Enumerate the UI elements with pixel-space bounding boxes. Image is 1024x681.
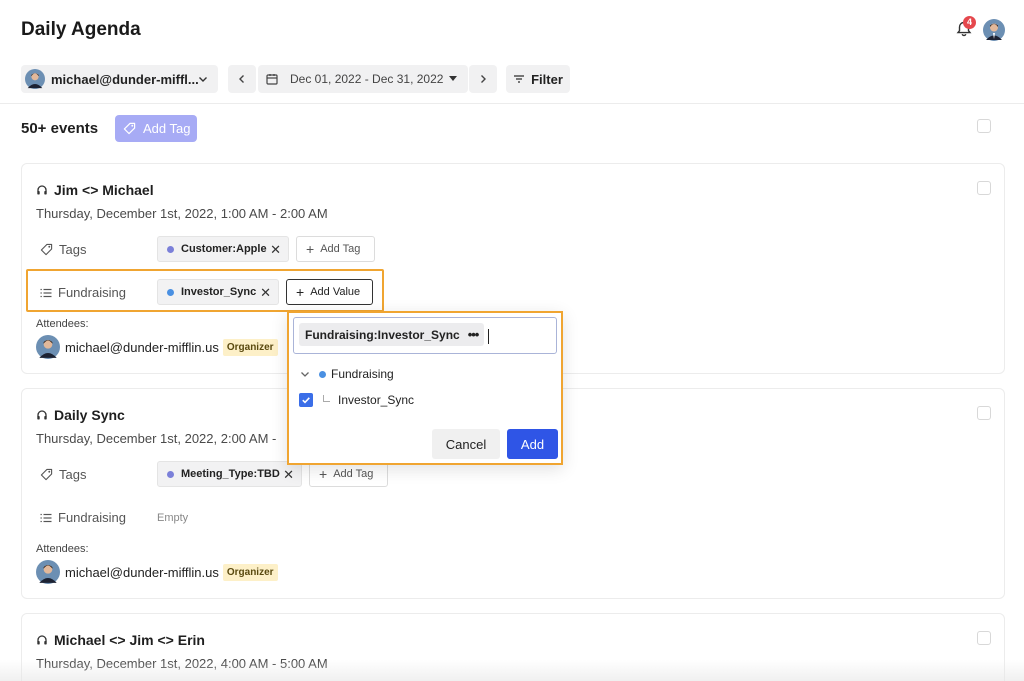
check-icon	[302, 397, 310, 404]
attendee-email: michael@dunder-mifflin.us	[65, 564, 219, 580]
tree-child-label: Investor_Sync	[338, 393, 415, 407]
event-checkbox[interactable]	[977, 181, 991, 195]
organizer-badge: Organizer	[222, 563, 278, 581]
bottom-fade	[0, 660, 1024, 681]
plus-icon: +	[296, 284, 305, 300]
filter-label: Filter	[531, 71, 563, 87]
date-range-label: Dec 01, 2022 - Dec 31, 2022	[290, 72, 444, 86]
plus-icon: +	[319, 466, 328, 482]
tag-chip-text: Customer:Apple	[181, 243, 267, 255]
event-title-text: Jim <> Michael	[54, 182, 154, 198]
bulk-add-tag-button[interactable]: Add Tag	[115, 115, 197, 142]
tags-label: Tags	[59, 242, 87, 257]
tree-parent-label: Fundraising	[331, 367, 394, 381]
header-divider	[0, 103, 1024, 104]
headset-icon	[37, 185, 47, 195]
add-tag-label: Add Tag	[320, 243, 361, 255]
chevron-down-icon[interactable]	[300, 369, 310, 379]
event-title-text: Daily Sync	[54, 407, 125, 423]
attendees-label: Attendees:	[36, 543, 89, 555]
value-search-input[interactable]: Fundraising:Investor_Sync •••	[293, 317, 557, 354]
tag-dot	[167, 470, 174, 478]
date-range-picker[interactable]: Dec 01, 2022 - Dec 31, 2022	[258, 65, 468, 93]
caret-down-icon	[449, 76, 457, 81]
attendee-row: michael@dunder-mifflin.us Organizer	[36, 335, 278, 359]
tag-icon	[40, 468, 53, 481]
filter-button[interactable]: Filter	[506, 65, 570, 93]
attendees-label: Attendees:	[36, 318, 89, 330]
tags-label: Tags	[59, 467, 87, 482]
add-button[interactable]: Add	[507, 429, 558, 459]
event-checkbox[interactable]	[977, 631, 991, 645]
add-value-popover: Fundraising:Investor_Sync ••• Fundraisin…	[287, 311, 563, 465]
bulk-add-tag-label: Add Tag	[143, 121, 191, 136]
avatar[interactable]	[983, 19, 1005, 41]
avatar	[36, 560, 60, 584]
fundraising-label: Fundraising	[58, 510, 126, 525]
add-tag-label: Add Tag	[333, 468, 374, 480]
event-time: Thursday, December 1st, 2022, 1:00 AM - …	[36, 206, 328, 221]
event-title[interactable]: Jim <> Michael	[36, 182, 154, 198]
add-tag-button[interactable]: + Add Tag	[296, 236, 375, 262]
tag-chip-text: Meeting_Type:TBD	[181, 468, 280, 480]
notification-badge: 4	[963, 16, 976, 29]
attendee-row: michael@dunder-mifflin.us Organizer	[36, 560, 278, 584]
list-icon	[40, 288, 52, 297]
plus-icon: +	[306, 241, 315, 257]
user-select[interactable]: michael@dunder-miffl...	[21, 65, 218, 93]
chevron-right-icon	[481, 75, 486, 83]
filter-icon	[514, 75, 525, 83]
tree-node-investor-sync[interactable]: Investor_Sync	[299, 393, 414, 407]
event-title[interactable]: Michael <> Jim <> Erin	[36, 632, 205, 648]
event-title-text: Michael <> Jim <> Erin	[54, 632, 205, 648]
prev-range-button[interactable]	[228, 65, 256, 93]
event-title[interactable]: Daily Sync	[36, 407, 125, 423]
fundraising-value-chip[interactable]: Investor_Sync ✕	[157, 279, 279, 305]
tree-elbow	[323, 394, 330, 402]
fundraising-value-text: Investor_Sync	[181, 286, 257, 298]
fundraising-empty[interactable]: Empty	[157, 512, 188, 524]
cancel-button[interactable]: Cancel	[432, 429, 500, 459]
remove-tag-icon[interactable]: ✕	[270, 242, 281, 258]
fundraising-row-label: Fundraising	[40, 510, 126, 525]
tree-node-fundraising[interactable]: Fundraising	[300, 367, 394, 381]
headset-icon	[37, 635, 47, 645]
value-dot	[167, 288, 174, 296]
tag-icon	[40, 243, 53, 256]
organizer-badge: Organizer	[222, 338, 278, 356]
tag-chip[interactable]: Customer:Apple ✕	[157, 236, 289, 262]
event-checkbox[interactable]	[977, 406, 991, 420]
add-value-label: Add Value	[310, 286, 361, 298]
tags-row-label: Tags	[40, 467, 86, 482]
event-time: Thursday, December 1st, 2022, 2:00 AM -	[36, 431, 277, 446]
user-select-label: michael@dunder-miffl...	[51, 71, 199, 87]
tags-row-label: Tags	[40, 242, 86, 257]
value-dot	[319, 370, 326, 378]
select-all-checkbox[interactable]	[977, 119, 991, 133]
calendar-icon	[266, 74, 278, 85]
tag-dot	[167, 245, 174, 253]
fundraising-label: Fundraising	[58, 285, 126, 300]
next-range-button[interactable]	[469, 65, 497, 93]
avatar	[25, 69, 45, 89]
investor-sync-checkbox[interactable]	[299, 393, 313, 407]
list-icon	[40, 513, 52, 522]
remove-value-icon[interactable]: ✕	[260, 285, 271, 301]
chevron-left-icon	[239, 75, 244, 83]
remove-tag-icon[interactable]: ✕	[283, 467, 294, 483]
text-cursor	[488, 329, 489, 344]
more-icon[interactable]: •••	[468, 327, 480, 342]
selected-value-chip[interactable]: Fundraising:Investor_Sync •••	[299, 323, 485, 346]
add-value-button[interactable]: + Add Value	[286, 279, 373, 305]
tag-icon	[123, 122, 136, 135]
tag-chip[interactable]: Meeting_Type:TBD ✕	[157, 461, 302, 487]
fundraising-row-label: Fundraising	[40, 285, 126, 300]
page-title: Daily Agenda	[21, 19, 141, 40]
headset-icon	[37, 410, 47, 420]
event-count: 50+ events	[21, 120, 99, 137]
avatar	[36, 335, 60, 359]
chevron-down-icon	[199, 77, 207, 82]
selected-value-text: Fundraising:Investor_Sync	[305, 327, 460, 342]
attendee-email: michael@dunder-mifflin.us	[65, 339, 219, 355]
